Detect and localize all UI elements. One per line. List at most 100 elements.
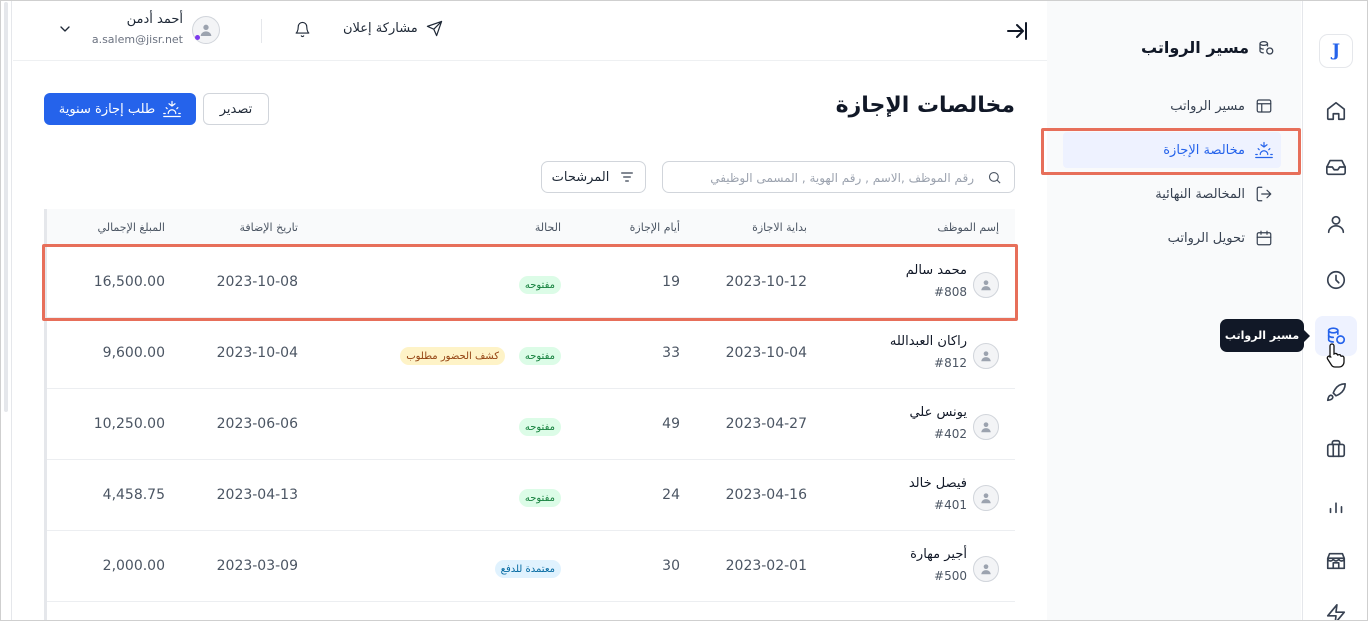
request-label: طلب إجازة سنوية: [58, 101, 156, 117]
coins-icon: [1259, 40, 1274, 55]
clock-icon: [1326, 270, 1346, 290]
left-scrollbar[interactable]: [0, 0, 12, 621]
total-amount: 4,458.75: [102, 487, 165, 503]
table-row[interactable]: راكان العبدالله #812 2023-10-04 33 مفتوح…: [47, 318, 1015, 389]
leave-start: 2023-04-16: [725, 487, 807, 503]
header-total[interactable]: المبلغ الإجمالي: [98, 221, 165, 234]
store-icon: [1326, 552, 1346, 570]
employee-avatar: [973, 556, 999, 582]
calendar-icon: [1256, 230, 1272, 246]
sidebar-item-final-settlement[interactable]: المخالصة النهائية: [1063, 176, 1281, 212]
filters-button[interactable]: المرشحات: [541, 161, 646, 193]
notifications-button[interactable]: [294, 21, 311, 42]
request-annual-leave-button[interactable]: طلب إجازة سنوية: [44, 93, 196, 125]
rail-tooltip: مسير الرواتب: [1220, 319, 1310, 352]
status-badge: مفتوحه: [518, 418, 561, 436]
search-input[interactable]: رقم الموظف ,الاسم , رقم الهوية , المسمى …: [662, 161, 1015, 193]
divider: [261, 19, 262, 43]
table-icon: [1256, 99, 1272, 113]
export-button[interactable]: تصدير: [203, 93, 269, 125]
leave-start: 2023-02-01: [725, 558, 807, 574]
chart-icon: [1329, 502, 1343, 514]
table-row[interactable]: فيصل خالد #401 2023-04-16 24 مفتوحه 2023…: [47, 460, 1015, 531]
table-row[interactable]: يونس علي #402 2023-04-27 49 مفتوحه 2023-…: [47, 389, 1015, 460]
total-amount: 9,600.00: [102, 345, 165, 361]
status-badge: مفتوحه: [518, 347, 561, 365]
added-date: 2023-03-09: [216, 558, 298, 574]
highlight-box-row: [42, 244, 1018, 321]
status-dot: [195, 35, 200, 40]
leave-days: 24: [662, 487, 680, 503]
share-label: مشاركة إعلان: [343, 21, 418, 36]
avatar: [192, 16, 220, 44]
rail-jobs[interactable]: [1320, 433, 1352, 465]
rail-launch[interactable]: [1320, 377, 1352, 409]
status-badge: مفتوحه: [518, 489, 561, 507]
rail-automation[interactable]: [1320, 598, 1352, 621]
leave-start: 2023-10-04: [725, 345, 807, 361]
header-employee[interactable]: إسم الموظف: [937, 221, 999, 234]
sidebar-item-payroll[interactable]: مسير الرواتب: [1063, 88, 1281, 124]
employee-id: #812: [934, 356, 967, 370]
search-placeholder: رقم الموظف ,الاسم , رقم الهوية , المسمى …: [710, 171, 974, 185]
sidebar-item-salary-transfer[interactable]: تحويل الرواتب: [1063, 220, 1281, 256]
added-date: 2023-04-13: [216, 487, 298, 503]
table-header: إسم الموظف بداية الاجازة أيام الإجازة ال…: [47, 209, 1015, 247]
scrollbar-thumb[interactable]: [4, 2, 8, 412]
rail-time[interactable]: [1320, 264, 1352, 296]
employee-avatar: [973, 343, 999, 369]
rail-store[interactable]: [1320, 545, 1352, 577]
share-announcement-button[interactable]: مشاركة إعلان: [343, 20, 443, 37]
leave-start: 2023-04-27: [725, 416, 807, 432]
user-icon: [200, 24, 212, 36]
header-status[interactable]: الحالة: [535, 221, 561, 234]
added-date: 2023-06-06: [216, 416, 298, 432]
rocket-icon: [1326, 383, 1346, 402]
employee-name[interactable]: فيصل خالد: [909, 476, 967, 491]
total-amount: 2,000.00: [102, 558, 165, 574]
user-email: a.salem@jisr.net: [91, 33, 183, 46]
sunset-icon: [163, 100, 182, 118]
bolt-icon: [1326, 604, 1346, 621]
employee-id: #500: [934, 569, 967, 583]
employee-name[interactable]: يونس علي: [909, 405, 967, 420]
header-start[interactable]: بداية الاجازة: [752, 221, 807, 234]
employee-avatar: [973, 485, 999, 511]
icon-rail: J: [1302, 0, 1368, 621]
hand-cursor-icon: [1325, 342, 1347, 374]
leave-days: 49: [662, 416, 680, 432]
rail-analytics[interactable]: [1320, 489, 1352, 521]
app-logo[interactable]: J: [1319, 34, 1353, 68]
employee-name[interactable]: أجير مهارة: [910, 547, 967, 562]
rail-inbox[interactable]: [1320, 151, 1352, 183]
bell-icon: [295, 21, 310, 38]
collapse-sidebar-button[interactable]: [1005, 19, 1029, 43]
highlight-box-sidebar: [1041, 128, 1301, 175]
user-menu-toggle[interactable]: [57, 21, 73, 41]
home-icon: [1326, 101, 1346, 121]
search-icon: [987, 170, 1002, 189]
total-amount: 10,250.00: [93, 416, 165, 432]
table-row[interactable]: أجير مهارة #500 2023-02-01 30 معتمدة للد…: [47, 531, 1015, 602]
inbox-icon: [1326, 159, 1346, 176]
filter-icon: [621, 172, 634, 182]
employee-avatar: [973, 414, 999, 440]
employee-name[interactable]: راكان العبدالله: [890, 334, 967, 349]
rail-people[interactable]: [1320, 208, 1352, 240]
page-title: مخالصات الإجازة: [835, 93, 1015, 118]
send-icon: [426, 20, 442, 37]
added-date: 2023-10-04: [216, 345, 298, 361]
exit-icon: [1256, 186, 1272, 202]
user-name: أحمد أدمن: [126, 12, 183, 27]
topbar: مشاركة إعلان أحمد أدمن a.salem@jisr.net: [13, 0, 1047, 61]
briefcase-icon: [1326, 439, 1346, 458]
status-badge: معتمدة للدفع: [494, 560, 561, 578]
rail-home[interactable]: [1320, 95, 1352, 127]
user-menu[interactable]: أحمد أدمن a.salem@jisr.net: [87, 12, 220, 52]
header-added[interactable]: تاريخ الإضافة: [239, 221, 298, 234]
user-icon: [1327, 215, 1345, 234]
header-days[interactable]: أيام الإجازة: [630, 221, 680, 234]
sidebar-item-label: تحويل الرواتب: [1167, 230, 1245, 246]
sidebar: مسير الرواتب مسير الرواتب مخالصة الإجازة…: [1047, 0, 1301, 621]
filters-label: المرشحات: [551, 169, 610, 185]
